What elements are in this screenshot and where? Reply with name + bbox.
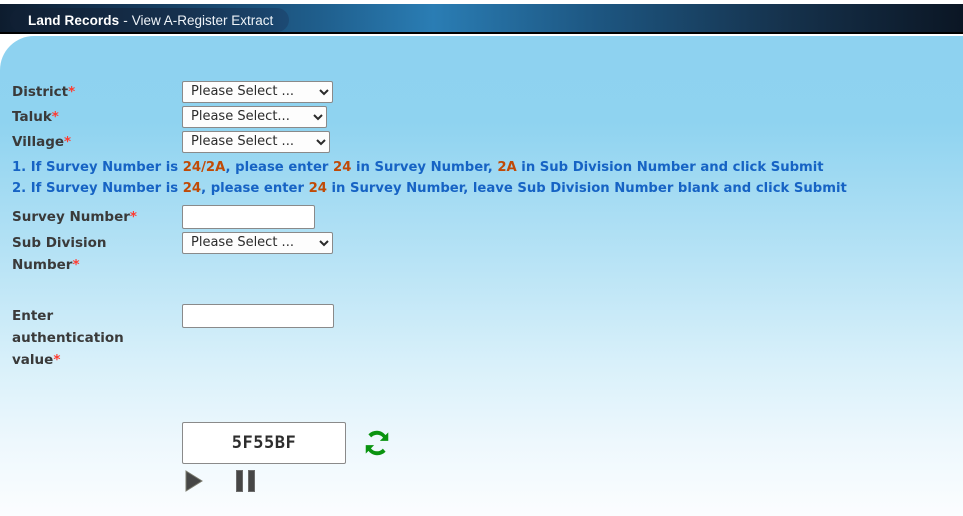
form-row-district: District* Please Select ... — [12, 80, 957, 103]
label-survey-number-text: Survey Number — [12, 209, 130, 225]
instruction-1-part-2: 24/2A — [182, 160, 226, 175]
instruction-1-part-5: in Survey Number, — [351, 160, 498, 175]
instruction-1-part-6: 2A — [497, 160, 517, 175]
pause-icon[interactable] — [236, 470, 256, 492]
authentication-value-input[interactable] — [182, 304, 334, 328]
page-root: Land Records - View A-Register Extract D… — [0, 0, 963, 516]
field-village: Please Select ... — [182, 130, 957, 153]
instruction-1-part-1: 1. If Survey Number is — [12, 160, 183, 175]
form-row-survey-number: Survey Number* — [12, 205, 957, 229]
required-marker: * — [53, 352, 61, 368]
instruction-2-part-4: 24 — [308, 181, 327, 196]
label-sub-division-line2-text: Number — [12, 257, 73, 273]
required-marker: * — [129, 209, 137, 225]
label-village-text: Village — [12, 134, 65, 150]
instruction-1-part-3: , please enter — [225, 160, 334, 175]
pause-bar-left — [236, 470, 243, 492]
required-marker: * — [64, 134, 72, 150]
instructions-block: 1. If Survey Number is 24/2A, please ent… — [12, 157, 957, 199]
label-sub-division-line1: Sub Division — [12, 235, 107, 251]
label-village: Village* — [12, 130, 182, 153]
captcha-image: 5F55BF — [182, 422, 346, 464]
instruction-line-2: 2. If Survey Number is 24, please enter … — [12, 178, 957, 199]
sub-division-number-select[interactable]: Please Select ... — [182, 231, 333, 254]
field-authentication-value — [182, 304, 957, 328]
instruction-1-part-4: 24 — [333, 160, 352, 175]
captcha-block: 5F55BF — [182, 422, 389, 492]
captcha-audio-controls — [182, 470, 256, 492]
label-auth-line3: value* — [12, 349, 182, 371]
label-auth-line1: Enter — [12, 308, 54, 324]
label-auth-line2: authentication — [12, 330, 124, 346]
survey-number-input[interactable] — [182, 205, 315, 229]
form-row-sub-division-number: Sub Division Number* Please Select ... — [12, 231, 957, 276]
instruction-2-part-3: , please enter — [201, 181, 309, 196]
label-survey-number: Survey Number* — [12, 205, 182, 228]
app-title: Land Records — [28, 12, 120, 28]
field-sub-division-number: Please Select ... — [182, 231, 957, 254]
label-sub-division-line2: Number* — [12, 254, 182, 276]
label-district-text: District — [12, 84, 69, 100]
label-taluk: Taluk* — [12, 105, 182, 128]
form-row-village: Village* Please Select ... — [12, 130, 957, 153]
instruction-line-1: 1. If Survey Number is 24/2A, please ent… — [12, 157, 957, 178]
field-survey-number — [182, 205, 957, 229]
content-panel: District* Please Select ... Taluk* Pleas… — [0, 36, 963, 516]
required-marker: * — [51, 109, 59, 125]
form-row-taluk: Taluk* Please Select... — [12, 105, 957, 128]
title-tab: Land Records - View A-Register Extract — [10, 8, 290, 32]
taluk-select[interactable]: Please Select... — [182, 105, 327, 128]
instruction-2-part-1: 2. If Survey Number is — [12, 181, 183, 196]
village-select[interactable]: Please Select ... — [182, 130, 330, 153]
title-bar: Land Records - View A-Register Extract — [0, 4, 963, 34]
play-icon[interactable] — [184, 470, 204, 492]
form-row-authentication-value: Enter authentication value* — [12, 304, 957, 371]
label-district: District* — [12, 80, 182, 103]
a-register-form: District* Please Select ... Taluk* Pleas… — [12, 80, 957, 373]
field-taluk: Please Select... — [182, 105, 957, 128]
instruction-2-part-5: in Survey Number, leave Sub Division Num… — [326, 181, 847, 196]
label-auth-line3-text: value — [12, 352, 54, 368]
title-separator: - — [123, 12, 128, 28]
instruction-1-part-7: in Sub Division Number and click Submit — [516, 160, 824, 175]
required-marker: * — [72, 257, 80, 273]
label-authentication-value: Enter authentication value* — [12, 304, 182, 371]
field-district: Please Select ... — [182, 80, 957, 103]
required-marker: * — [68, 84, 76, 100]
district-select[interactable]: Please Select ... — [182, 80, 333, 103]
instruction-2-part-2: 24 — [182, 181, 202, 196]
pause-bar-right — [248, 470, 255, 492]
label-taluk-text: Taluk — [12, 109, 52, 125]
captcha-code: 5F55BF — [231, 433, 297, 453]
label-sub-division-number: Sub Division Number* — [12, 231, 182, 276]
page-title: View A-Register Extract — [131, 12, 274, 28]
refresh-icon[interactable] — [360, 426, 394, 460]
